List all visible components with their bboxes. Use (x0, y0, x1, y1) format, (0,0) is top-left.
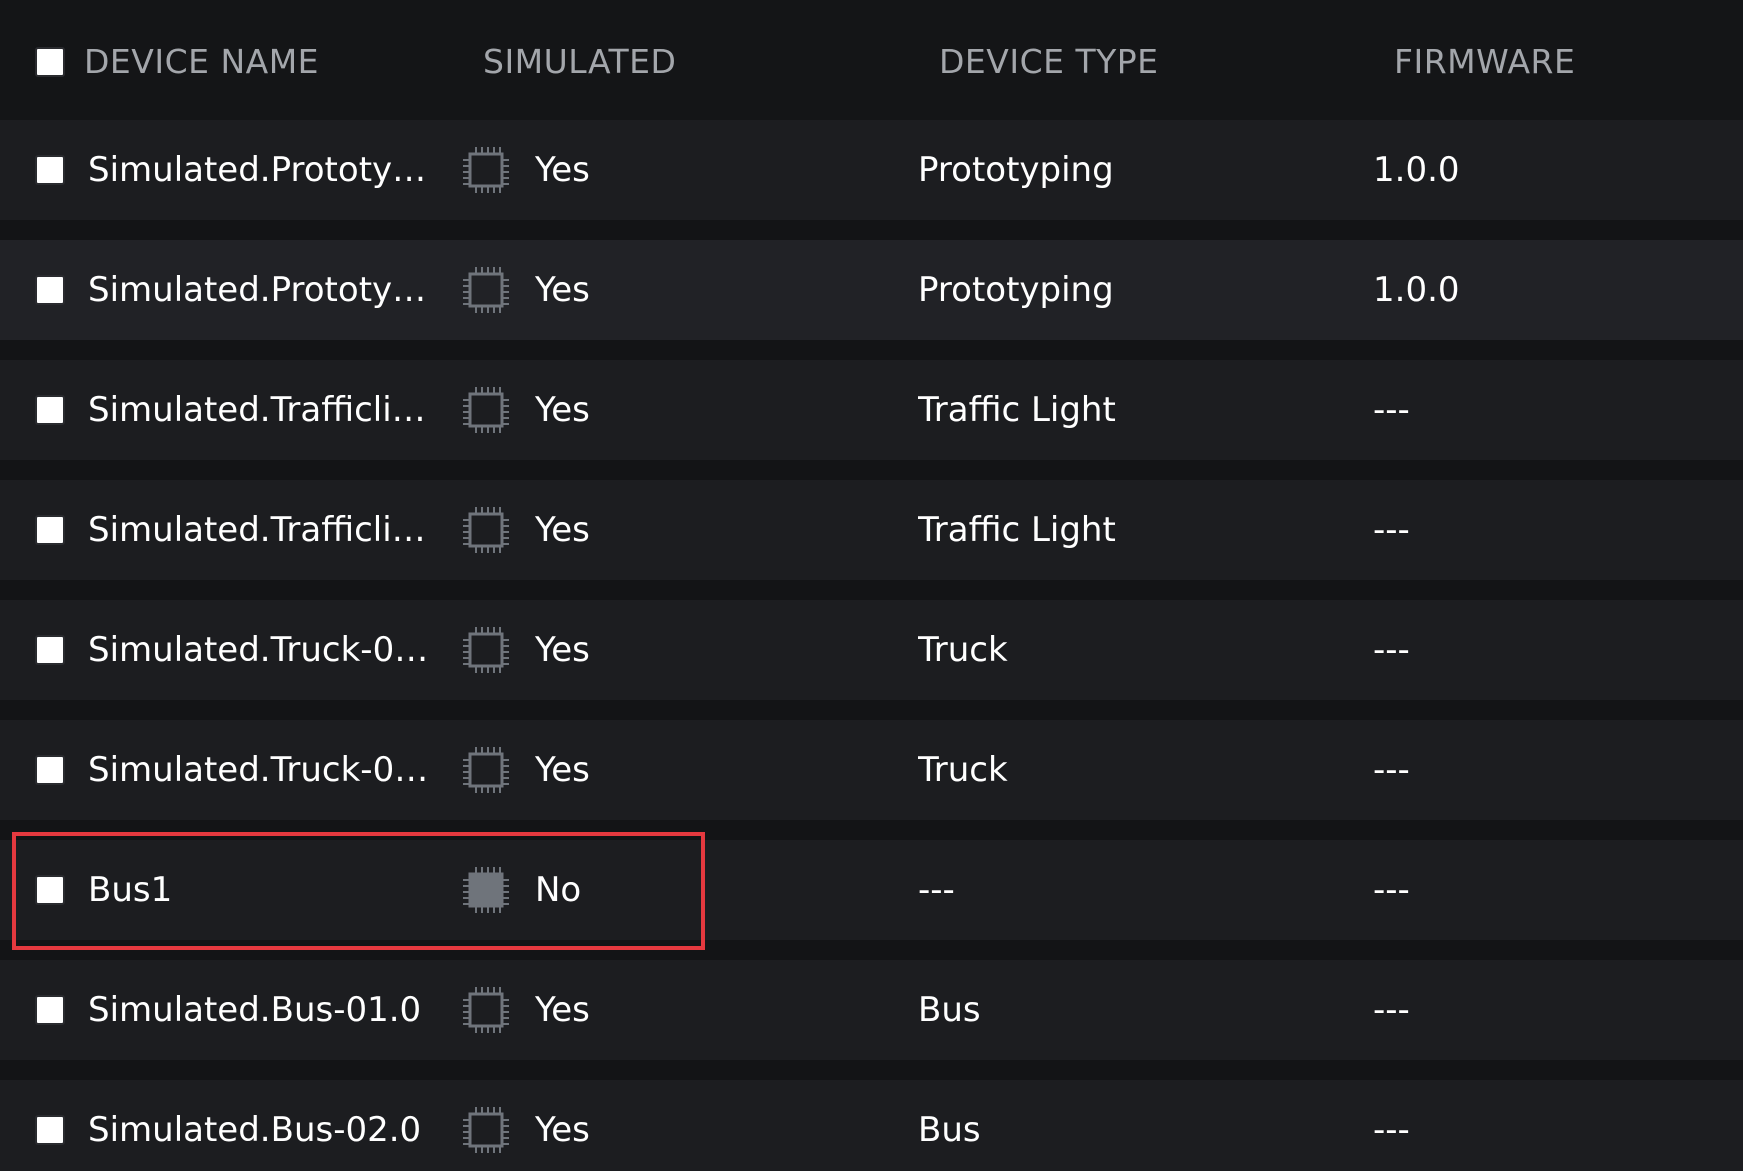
device-type: Prototyping (918, 270, 1114, 310)
table-row[interactable]: Simulated.Prototype-... Yes Prototyping … (0, 120, 1743, 220)
device-type: Traffic Light (918, 510, 1116, 550)
table-row[interactable]: Simulated.Bus-02.0 Yes Bus --- (0, 1080, 1743, 1171)
table-row[interactable]: Bus1 No --- --- (0, 840, 1743, 940)
chip-outline-icon (463, 987, 509, 1033)
table-header: DEVICE NAME SIMULATED DEVICE TYPE FIRMWA… (0, 0, 1743, 120)
table-row[interactable]: Simulated.Trafficlight... Yes Traffic Li… (0, 360, 1743, 460)
firmware-version: --- (1373, 750, 1410, 790)
row-checkbox[interactable] (35, 875, 65, 905)
column-header-device-type[interactable]: DEVICE TYPE (939, 38, 1159, 86)
simulated-value: Yes (535, 630, 590, 670)
simulated-value: Yes (535, 510, 590, 550)
row-checkbox[interactable] (35, 155, 65, 185)
simulated-value: Yes (535, 750, 590, 790)
simulated-value: Yes (535, 150, 590, 190)
device-type: Truck (918, 630, 1008, 670)
device-name[interactable]: Simulated.Bus-02.0 (88, 1106, 443, 1154)
device-name[interactable]: Bus1 (88, 866, 443, 914)
row-checkbox[interactable] (35, 755, 65, 785)
firmware-version: --- (1373, 390, 1410, 430)
device-type: Bus (918, 1110, 981, 1150)
row-checkbox[interactable] (35, 995, 65, 1025)
device-type: Truck (918, 750, 1008, 790)
firmware-version: --- (1373, 1110, 1410, 1150)
firmware-version: --- (1373, 510, 1410, 550)
simulated-value: No (535, 870, 582, 910)
chip-outline-icon (463, 1107, 509, 1153)
simulated-value: Yes (535, 1110, 590, 1150)
firmware-version: --- (1373, 870, 1410, 910)
chip-filled-icon (463, 867, 509, 913)
device-type: --- (918, 870, 955, 910)
firmware-version: 1.0.0 (1373, 150, 1460, 190)
table-row[interactable]: Simulated.Bus-01.0 Yes Bus --- (0, 960, 1743, 1060)
row-checkbox[interactable] (35, 395, 65, 425)
row-checkbox[interactable] (35, 635, 65, 665)
chip-outline-icon (463, 387, 509, 433)
chip-outline-icon (463, 267, 509, 313)
device-name[interactable]: Simulated.Trafficlight... (88, 506, 443, 554)
firmware-version: 1.0.0 (1373, 270, 1460, 310)
device-type: Prototyping (918, 150, 1114, 190)
column-header-firmware[interactable]: FIRMWARE (1394, 38, 1575, 86)
chip-outline-icon (463, 507, 509, 553)
chip-outline-icon (463, 747, 509, 793)
column-header-device-name[interactable]: DEVICE NAME (84, 38, 319, 86)
device-name[interactable]: Simulated.Prototype-... (88, 266, 443, 314)
table-row[interactable]: Simulated.Prototype-... Yes Prototyping … (0, 240, 1743, 340)
simulated-value: Yes (535, 990, 590, 1030)
device-type: Traffic Light (918, 390, 1116, 430)
chip-outline-icon (463, 147, 509, 193)
firmware-version: --- (1373, 630, 1410, 670)
table-row[interactable]: Simulated.Truck-02.0 Yes Truck --- (0, 720, 1743, 820)
device-name[interactable]: Simulated.Bus-01.0 (88, 986, 443, 1034)
row-checkbox[interactable] (35, 275, 65, 305)
device-name[interactable]: Simulated.Trafficlight... (88, 386, 443, 434)
row-checkbox[interactable] (35, 1115, 65, 1145)
device-table: DEVICE NAME SIMULATED DEVICE TYPE FIRMWA… (0, 0, 1743, 1171)
simulated-value: Yes (535, 270, 590, 310)
device-name[interactable]: Simulated.Truck-01.0 (88, 626, 443, 674)
table-row[interactable]: Simulated.Truck-01.0 Yes Truck --- (0, 600, 1743, 700)
simulated-value: Yes (535, 390, 590, 430)
row-checkbox[interactable] (35, 515, 65, 545)
table-row[interactable]: Simulated.Trafficlight... Yes Traffic Li… (0, 480, 1743, 580)
device-type: Bus (918, 990, 981, 1030)
select-all-checkbox[interactable] (35, 47, 65, 77)
device-name[interactable]: Simulated.Truck-02.0 (88, 746, 443, 794)
firmware-version: --- (1373, 990, 1410, 1030)
column-header-simulated[interactable]: SIMULATED (483, 38, 676, 86)
device-name[interactable]: Simulated.Prototype-... (88, 146, 443, 194)
chip-outline-icon (463, 627, 509, 673)
